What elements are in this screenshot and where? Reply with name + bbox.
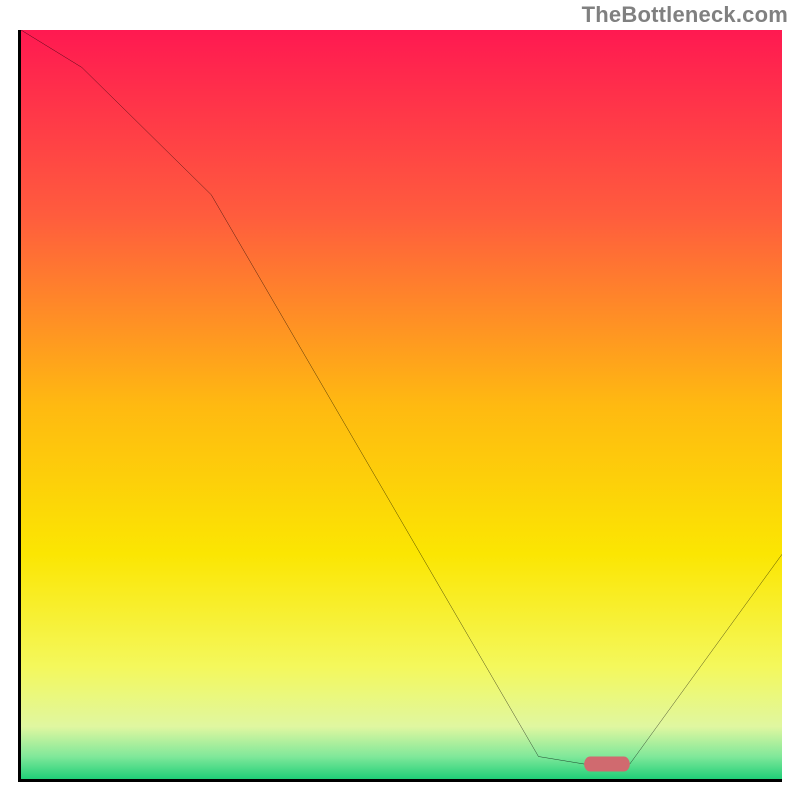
chart-container: TheBottleneck.com [0, 0, 800, 800]
chart-svg [21, 30, 782, 779]
attribution-text: TheBottleneck.com [582, 2, 788, 28]
plot-area [18, 30, 782, 782]
optimal-marker [584, 757, 630, 772]
gradient-background [21, 30, 782, 779]
